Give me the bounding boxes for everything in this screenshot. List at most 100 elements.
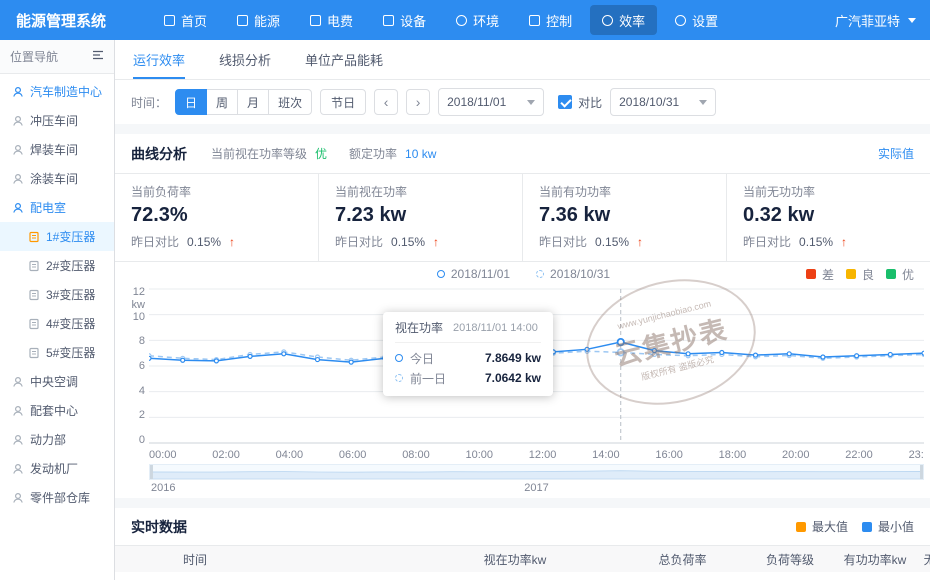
holiday-button[interactable]: 节日 [320, 89, 366, 115]
environment-icon [456, 15, 467, 26]
location-icon [12, 492, 24, 504]
curve-analysis-panel: 曲线分析 当前视在功率等级 优 额定功率 10 kw 实际值 当前负荷率 72.… [115, 134, 930, 498]
x-tick: 14:00 [592, 449, 620, 461]
sidebar-item-auto-center[interactable]: 汽车制造中心 [0, 77, 114, 106]
nav-environment[interactable]: 环境 [444, 5, 511, 35]
sidebar-item-transformer-1[interactable]: 1#变压器 [0, 222, 114, 251]
sidebar-item-transformer-4[interactable]: 4#变压器 [0, 309, 114, 338]
app-title: 能源管理系统 [0, 10, 122, 31]
location-icon [12, 202, 24, 214]
sidebar-item-welding[interactable]: 焊装车间 [0, 135, 114, 164]
location-icon [12, 463, 24, 475]
sidebar-title: 位置导航 [10, 48, 58, 65]
sidebar-item-hvac[interactable]: 中央空调 [0, 367, 114, 396]
transformer-icon [28, 289, 40, 301]
nav-energy[interactable]: 能源 [225, 5, 292, 35]
location-icon [12, 115, 24, 127]
tab-line-loss[interactable]: 线损分析 [219, 40, 271, 79]
date-select-start[interactable]: 2018/11/01 [438, 88, 544, 116]
cell-apparent-power: 7.9482 [405, 572, 625, 580]
x-tick: 10:00 [465, 449, 493, 461]
actual-value-link[interactable]: 实际值 [878, 145, 914, 162]
sidebar-item-transformer-5[interactable]: 5#变压器 [0, 338, 114, 367]
collapse-icon[interactable] [92, 49, 104, 64]
sidebar-item-power-room[interactable]: 配电室 [0, 193, 114, 222]
legend-series-today[interactable]: 2018/11/01 [437, 267, 510, 281]
period-week-button[interactable]: 周 [206, 89, 238, 115]
stat-load-rate: 当前负荷率 72.3% 昨日对比0.15%↑ [115, 174, 319, 261]
sidebar-item-transformer-3[interactable]: 3#变压器 [0, 280, 114, 309]
sidebar-item-transformer-2[interactable]: 2#变压器 [0, 251, 114, 280]
power-level-label: 当前视在功率等级 [211, 145, 307, 162]
series-marker-icon [437, 270, 445, 278]
x-tick: 23: [909, 449, 924, 461]
realtime-table: 时间 视在功率kw 总负荷率 负荷等级 有功功率kw 无功功率kw 01 201… [115, 546, 930, 580]
y-tick: 8 [139, 335, 145, 347]
sidebar-item-engine-plant[interactable]: 发动机厂 [0, 454, 114, 483]
datazoom-slider[interactable] [149, 464, 924, 480]
stat-label: 当前无功功率 [743, 183, 914, 200]
sidebar-item-parts-warehouse[interactable]: 零件部仓库 [0, 483, 114, 512]
nav-control[interactable]: 控制 [517, 5, 584, 35]
tooltip-title: 视在功率 [395, 319, 443, 336]
series-marker-dashed-icon [536, 270, 544, 278]
tab-operating-efficiency[interactable]: 运行效率 [133, 40, 185, 79]
chevron-down-icon [527, 100, 535, 105]
level-excellent-swatch [886, 269, 896, 279]
sidebar-item-power-dept[interactable]: 动力部 [0, 425, 114, 454]
legend-label: 优 [902, 266, 914, 283]
prev-day-button[interactable]: ‹ [374, 89, 398, 115]
chevron-right-icon: › [416, 94, 421, 110]
compare-checkbox-wrap[interactable]: 对比 [558, 94, 602, 111]
location-icon [12, 434, 24, 446]
col-load-rate: 总负荷率 [625, 546, 740, 572]
power-level-value: 优 [315, 145, 327, 162]
tree-label: 配电室 [30, 199, 66, 216]
tab-unit-energy[interactable]: 单位产品能耗 [305, 40, 383, 79]
nav-settings[interactable]: 设置 [663, 5, 730, 35]
stat-active-power: 当前有功功率 7.36 kw 昨日对比0.15%↑ [523, 174, 727, 261]
x-tick: 20:00 [782, 449, 810, 461]
transformer-icon [28, 318, 40, 330]
main-nav: 首页 能源 电费 设备 环境 控制 效率 设置 [152, 5, 730, 35]
stat-compare-label: 昨日对比 [743, 233, 791, 250]
sidebar-item-painting[interactable]: 涂装车间 [0, 164, 114, 193]
max-swatch [796, 522, 806, 532]
sidebar-item-stamping[interactable]: 冲压车间 [0, 106, 114, 135]
sidebar-item-support-center[interactable]: 配套中心 [0, 396, 114, 425]
company-menu[interactable]: 广汽菲亚特 [835, 11, 930, 30]
y-tick: 2 [139, 409, 145, 421]
period-shift-button[interactable]: 班次 [268, 89, 312, 115]
stat-apparent-power: 当前视在功率 7.23 kw 昨日对比0.15%↑ [319, 174, 523, 261]
nav-efficiency[interactable]: 效率 [590, 5, 657, 35]
realtime-panel: 实时数据 最大值 最小值 时间 视在功率kw 总负荷率 负荷 [115, 508, 930, 580]
legend-label: 最大值 [812, 518, 848, 535]
location-icon [12, 405, 24, 417]
stat-compare-value: 0.15% [187, 235, 221, 249]
nav-equipment[interactable]: 设备 [371, 5, 438, 35]
next-day-button[interactable]: › [406, 89, 430, 115]
time-toolbar: 时间： 日 周 月 班次 节日 ‹ › 2018/11/01 [115, 80, 930, 124]
tooltip-time: 2018/11/01 14:00 [453, 322, 538, 334]
date-select-compare[interactable]: 2018/10/31 [610, 88, 716, 116]
legend-max: 最大值 [796, 518, 848, 535]
realtime-legend: 最大值 最小值 [796, 518, 914, 535]
chart-legend: 2018/11/01 2018/10/31 差 良 优 [123, 262, 924, 286]
x-axis: 00:00 02:00 04:00 06:00 08:00 10:00 12:0… [149, 446, 924, 464]
cell-load-level: 优 [740, 572, 840, 580]
tooltip-row-today: 今日 7.8649 kw [395, 348, 541, 368]
nav-efficiency-label: 效率 [619, 11, 645, 30]
period-month-button[interactable]: 月 [237, 89, 269, 115]
y-tick: 6 [139, 360, 145, 372]
legend-series-yesterday[interactable]: 2018/10/31 [536, 267, 610, 281]
table-row[interactable]: 01 2018-11-01 14:00 7.9482 79.05% 优 5.74… [115, 572, 930, 580]
y-tick: 12 [133, 286, 145, 298]
location-icon [12, 376, 24, 388]
table-header-row: 时间 视在功率kw 总负荷率 负荷等级 有功功率kw 无功功率kw [115, 546, 930, 572]
nav-electricity-fee[interactable]: 电费 [298, 5, 365, 35]
nav-home[interactable]: 首页 [152, 5, 219, 35]
tree-label: 4#变压器 [46, 315, 95, 332]
period-day-button[interactable]: 日 [175, 89, 207, 115]
compare-checkbox[interactable] [558, 95, 572, 109]
panel-title: 曲线分析 [131, 144, 187, 164]
